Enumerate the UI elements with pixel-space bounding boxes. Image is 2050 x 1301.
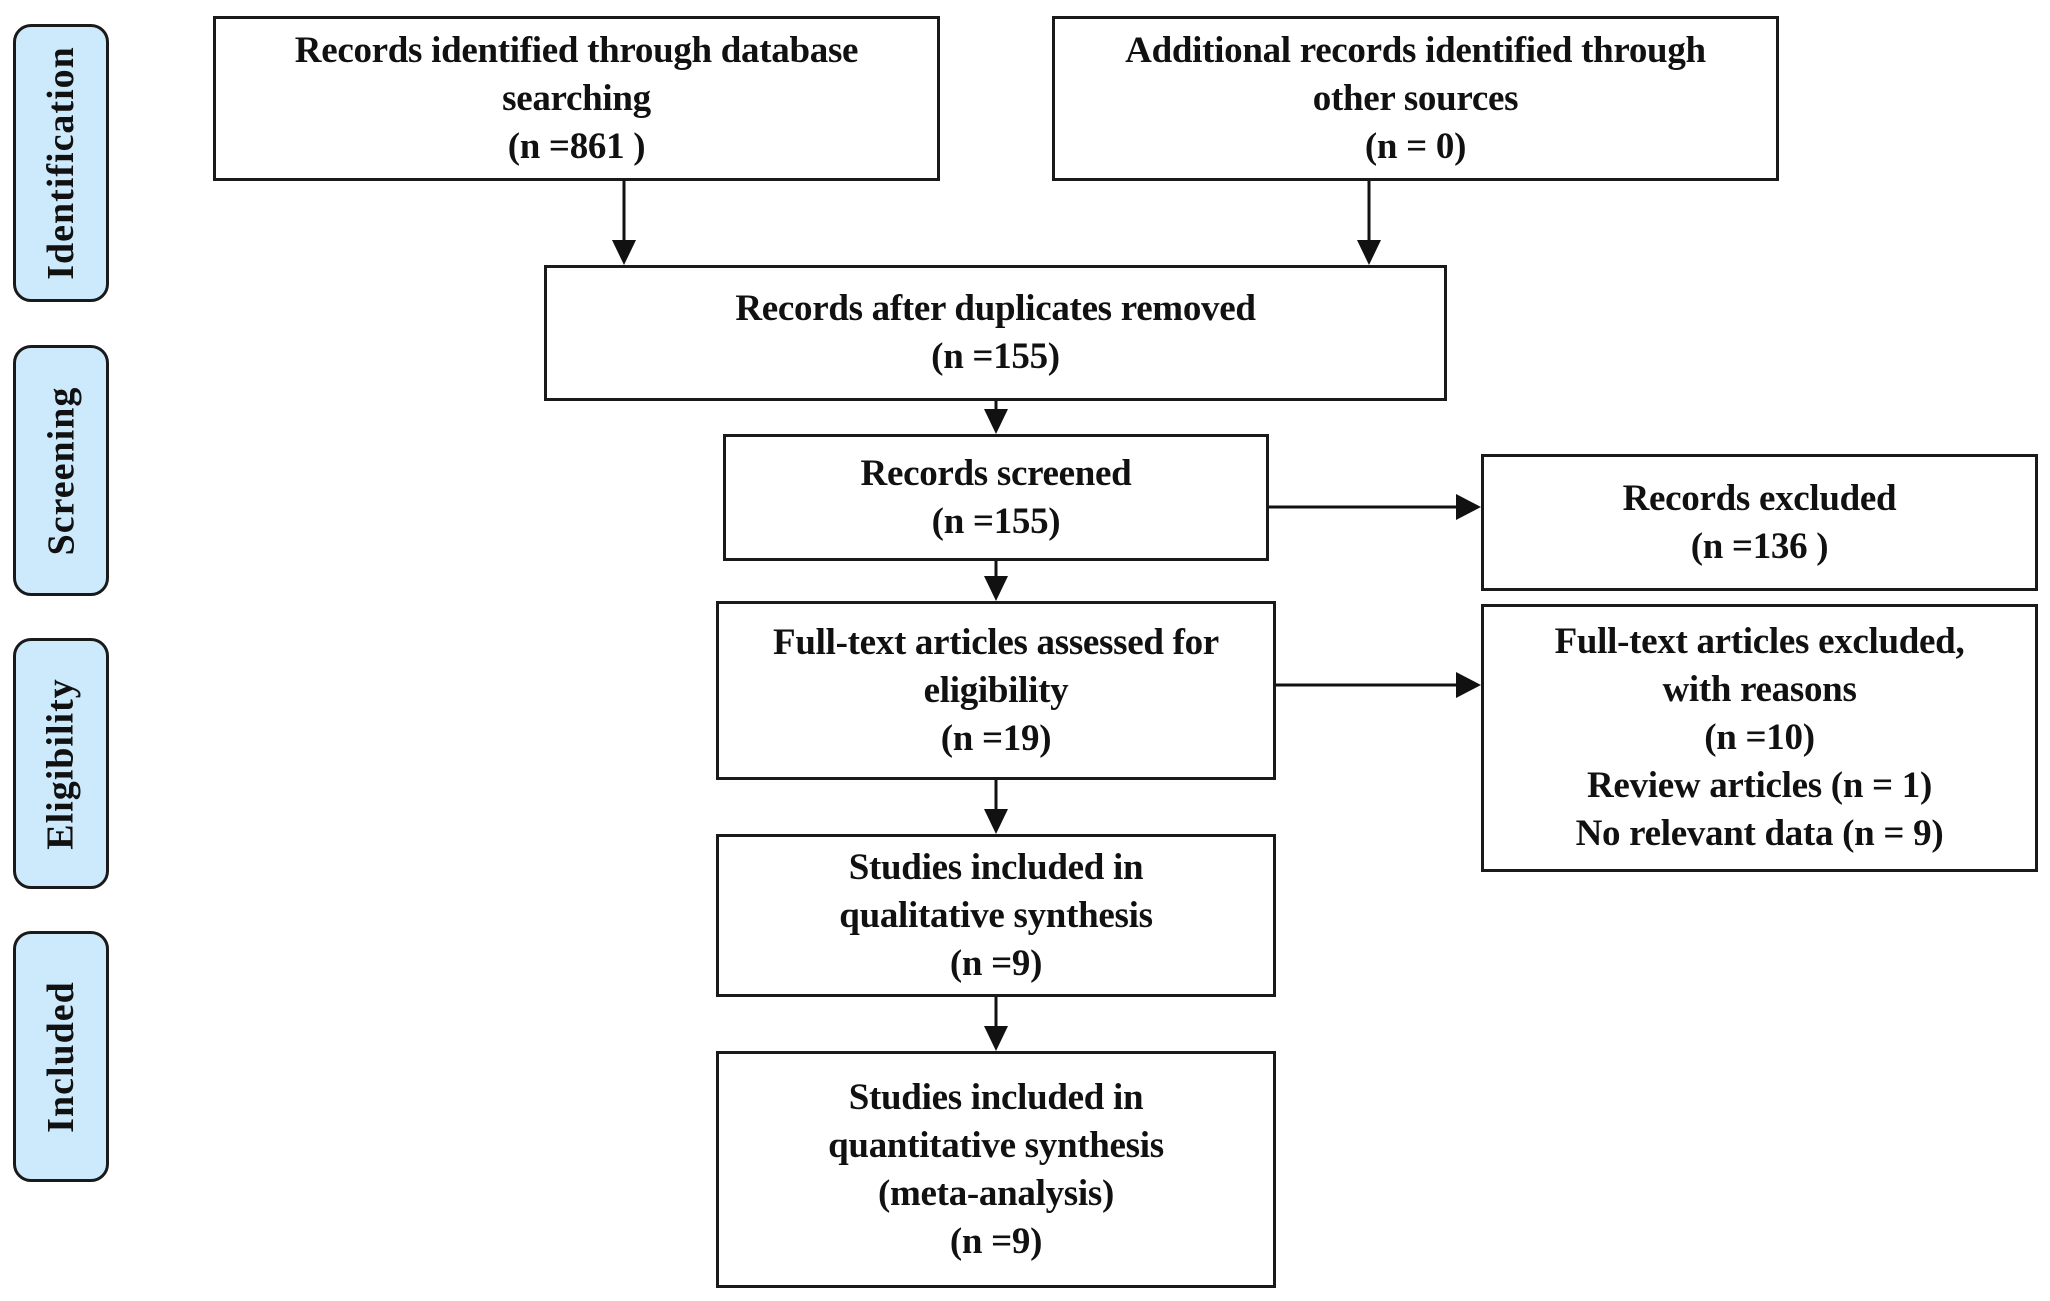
arrowhead (984, 576, 1008, 601)
arrowhead (984, 409, 1008, 434)
arrowhead (1456, 494, 1481, 520)
arrowhead (1456, 672, 1481, 698)
arrowhead (612, 240, 636, 265)
connector-arrows (612, 181, 1481, 1051)
arrowhead (1357, 240, 1381, 265)
prisma-flow-diagram: Identification Screening Eligibility Inc… (0, 0, 2050, 1301)
arrowhead (984, 809, 1008, 834)
arrowhead (984, 1026, 1008, 1051)
